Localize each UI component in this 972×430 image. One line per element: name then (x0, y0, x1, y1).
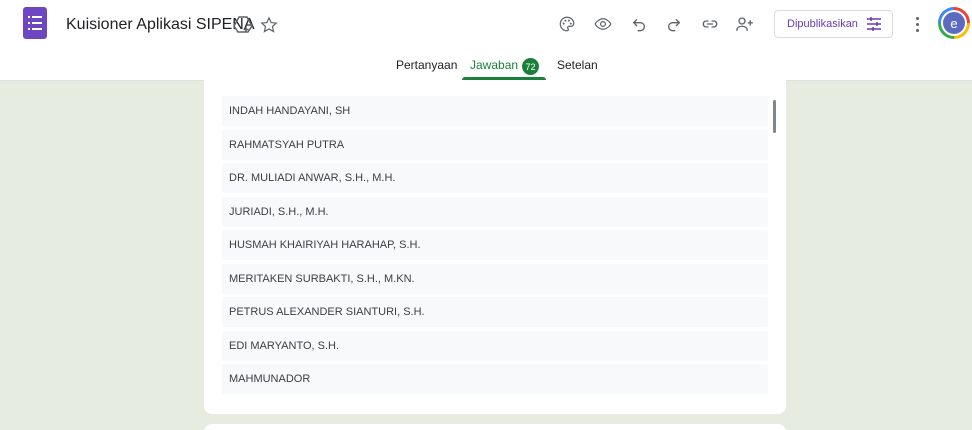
star-icon[interactable] (258, 14, 280, 36)
avatar[interactable]: e (938, 7, 970, 39)
add-collaborator-icon[interactable] (733, 12, 757, 36)
response-list: INDAH HANDAYANI, SH RAHMATSYAH PUTRA DR.… (222, 96, 768, 398)
preview-eye-icon[interactable] (591, 12, 615, 36)
next-card (204, 424, 786, 430)
list-item: JURIADI, S.H., M.H. (222, 196, 768, 227)
list-item: DR. MULIADI ANWAR, S.H., M.H. (222, 163, 768, 193)
response-count-badge: 72 (522, 58, 539, 75)
list-item: INDAH HANDAYANI, SH (222, 96, 768, 126)
form-title[interactable]: Kuisioner Aplikasi SIPENA (66, 16, 255, 34)
list-scrollbar[interactable] (773, 100, 776, 133)
list-item: MAHMUNADOR (222, 364, 768, 394)
avatar-letter: e (941, 10, 967, 36)
list-item: HUSMAH KHAIRIYAH HARAHAP, S.H. (222, 230, 768, 260)
link-icon[interactable] (698, 12, 722, 36)
more-vert-icon[interactable] (909, 12, 925, 36)
add-to-drive-icon[interactable] (232, 14, 254, 36)
tab-settings[interactable]: Setelan (557, 58, 598, 72)
redo-icon[interactable] (662, 12, 686, 36)
tab-responses[interactable]: Jawaban (470, 58, 518, 72)
publish-label: Dipublikasikan (787, 18, 858, 30)
list-item: EDI MARYANTO, S.H. (222, 330, 768, 361)
list-item: PETRUS ALEXANDER SIANTURI, S.H. (222, 297, 768, 327)
list-item: RAHMATSYAH PUTRA (222, 129, 768, 160)
response-card: INDAH HANDAYANI, SH RAHMATSYAH PUTRA DR.… (204, 80, 786, 414)
tune-icon (866, 17, 881, 31)
publish-button[interactable]: Dipublikasikan (774, 10, 893, 38)
list-item: MERITAKEN SURBAKTI, S.H., M.KN. (222, 263, 768, 294)
undo-icon[interactable] (627, 12, 651, 36)
palette-icon[interactable] (555, 12, 579, 36)
tab-questions[interactable]: Pertanyaan (396, 58, 457, 72)
forms-logo-icon[interactable] (23, 7, 47, 39)
